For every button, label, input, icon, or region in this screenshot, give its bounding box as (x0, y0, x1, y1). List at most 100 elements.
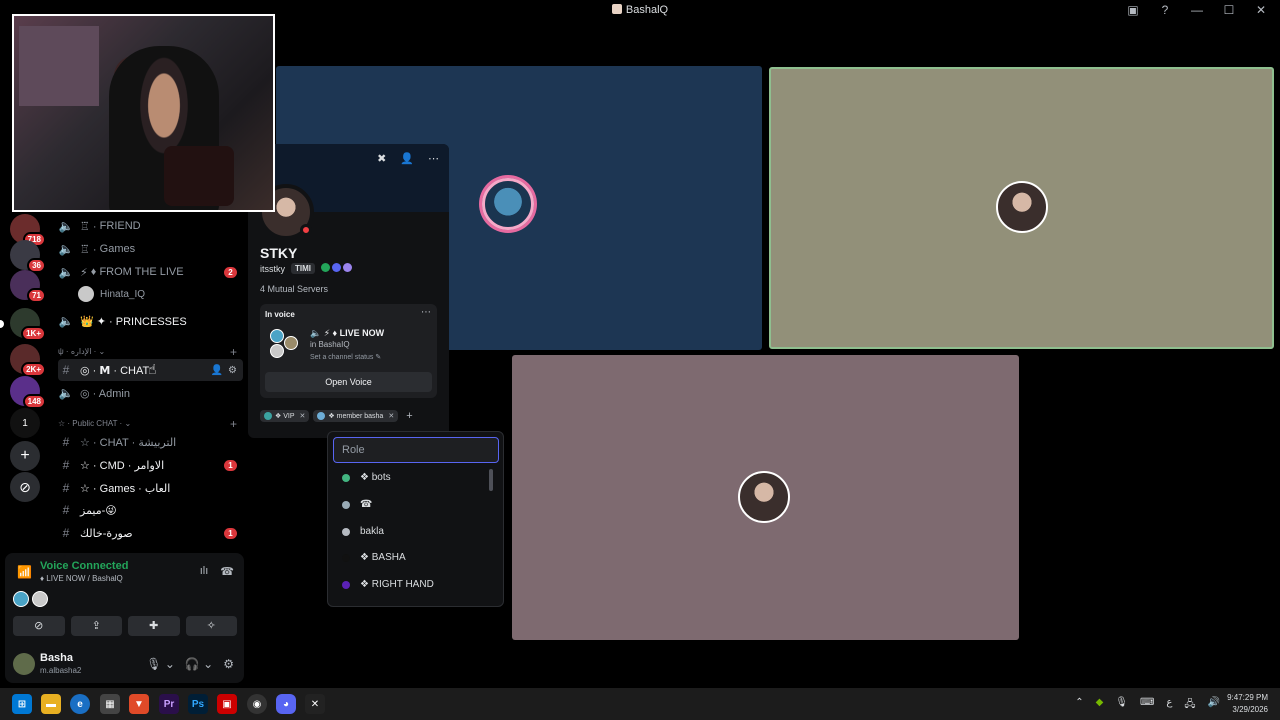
channel-princesses[interactable]: 🔈 👑 ✦ · PRINCESSES (58, 310, 243, 332)
close-button[interactable]: ✕ (1252, 3, 1270, 17)
user-profile-popout: ✖ 👤 ⋯ STKY itsstky TIMI 4 Mutual Servers In… (248, 144, 449, 438)
activities-button[interactable]: ✚ (128, 616, 180, 636)
discord-icon[interactable]: ◕ (276, 694, 296, 714)
role-option[interactable]: ❖ bots (342, 472, 482, 483)
signal-icon[interactable]: 📶 (17, 565, 32, 579)
channel-games[interactable]: 🔈 ♖ · Games (58, 238, 243, 260)
video-tile[interactable] (512, 355, 1019, 640)
keyboard-icon[interactable]: ⌨ (1140, 697, 1154, 714)
start-icon[interactable]: ⊞ (12, 694, 32, 714)
voice-user[interactable]: Hinata_IQ (78, 286, 238, 302)
nvidia-icon[interactable]: ◆ (1096, 697, 1104, 714)
photoshop-icon[interactable]: Ps (188, 694, 208, 714)
noise-suppression-icon[interactable]: ılı (200, 565, 209, 578)
server-icon[interactable]: 148 (10, 376, 46, 409)
maximize-button[interactable]: ☐ (1220, 3, 1238, 17)
role-option[interactable]: ☎ (342, 499, 482, 510)
role-option[interactable]: ❖ BASHA (342, 552, 482, 563)
add-channel-icon[interactable]: + (230, 417, 237, 431)
profile-name: STKY (260, 245, 298, 261)
channel-cmd[interactable]: # ☆ · CMD · الاوامر 1 (58, 454, 243, 476)
server-icon[interactable]: 2K+ (10, 344, 46, 377)
server-icon[interactable]: 71 (10, 270, 46, 303)
server-icon[interactable]: 1K+ (10, 308, 46, 341)
add-role-button[interactable]: + (406, 410, 412, 422)
webcam-shelf (19, 26, 99, 106)
headphones-icon[interactable]: 🎧 ⌄ (185, 657, 213, 671)
discover-icon[interactable]: ⊘ (10, 472, 40, 502)
channel-friend[interactable]: 🔈 ♖ · FRIEND (58, 215, 243, 237)
voice-channel-link[interactable]: ♦ LIVE NOW / BashalQ (40, 574, 123, 583)
soundboard-button[interactable]: ✧ (185, 616, 237, 636)
system-tray: ⌃ ◆ 🎙 ⌨ ع 🖧 🔊 (1075, 697, 1220, 714)
profile-badges (321, 263, 354, 274)
channel-memes[interactable]: # ميمز-😜 (58, 499, 243, 521)
badge-icon[interactable] (343, 263, 353, 272)
role-option[interactable]: ❖ RIGHT HAND (342, 579, 482, 590)
chevron-up-icon[interactable]: ⌃ (1075, 697, 1083, 714)
settings-icon[interactable]: ⚙ (228, 365, 237, 376)
minimize-button[interactable]: — (1188, 3, 1206, 17)
edge-icon[interactable]: e (70, 694, 90, 714)
role-search-input[interactable] (333, 437, 499, 463)
avatar[interactable] (32, 591, 48, 607)
user-name[interactable]: Basha (40, 652, 73, 664)
premiere-icon[interactable]: Pr (159, 694, 179, 714)
video-tile[interactable] (769, 67, 1274, 349)
avatar[interactable] (13, 653, 35, 675)
badge-icon[interactable] (321, 263, 331, 272)
add-server-button[interactable]: + (10, 441, 40, 471)
microphone-icon[interactable]: 🎙 (1115, 697, 1128, 714)
volume-icon[interactable]: 🔊 (1208, 697, 1220, 714)
scrollbar[interactable] (489, 469, 493, 491)
more-icon[interactable]: ⋯ (421, 307, 431, 318)
screen-share-button[interactable]: ⇪ (70, 616, 122, 636)
text-channel-icon: # (62, 481, 70, 495)
role-option[interactable]: bakla (342, 526, 482, 537)
brave-icon[interactable]: ▼ (129, 694, 149, 714)
remove-role-icon[interactable]: ✕ (388, 412, 394, 420)
role-chip[interactable]: ❖ member basha ✕ (313, 410, 399, 422)
category-admin[interactable]: ψ · الإداره · ⌄ + (58, 345, 243, 359)
voice-status[interactable]: Voice Connected (40, 560, 128, 572)
network-icon[interactable]: 🖧 (1184, 697, 1195, 714)
capcut-icon[interactable]: ✕ (305, 694, 325, 714)
file-explorer-icon[interactable]: ▬ (41, 694, 61, 714)
server-number-item[interactable]: 1 (10, 408, 40, 438)
mute-icon[interactable]: ✖ (377, 152, 386, 165)
role-color-dot (342, 580, 350, 589)
unread-badge: 1K+ (21, 326, 46, 341)
server-tag[interactable]: TIMI (291, 263, 316, 274)
language-indicator[interactable]: ع (1166, 697, 1172, 714)
obs-icon[interactable]: ◉ (247, 694, 267, 714)
mutual-servers[interactable]: 4 Mutual Servers (260, 284, 328, 294)
invite-icon[interactable]: 👤 (211, 365, 223, 376)
cast-icon[interactable]: ▣ (1124, 3, 1142, 17)
role-chip[interactable]: ❖ VIP ✕ (260, 410, 310, 422)
channel-photos[interactable]: # صورة-خالك 1 (58, 522, 243, 544)
clock[interactable]: 9:47:29 PM 3/29/2026 (1227, 692, 1268, 716)
avatar (482, 178, 534, 230)
add-friend-icon[interactable]: 👤 (400, 152, 414, 165)
app-icon[interactable]: ▣ (217, 694, 237, 714)
avatar[interactable] (13, 591, 29, 607)
category-public-chat[interactable]: ☆ · Public CHAT · ⌄ + (58, 417, 243, 431)
camera-off-button[interactable]: ⊘ (13, 616, 65, 636)
microphone-icon[interactable]: 🎙 ⌄ (146, 657, 175, 671)
channel-from-the-live[interactable]: 🔈 ⚡ ♦ FROM THE LIVE 2 (58, 261, 243, 283)
help-icon[interactable]: ? (1156, 3, 1174, 17)
store-icon[interactable]: ▦ (100, 694, 120, 714)
more-icon[interactable]: ⋯ (428, 152, 439, 165)
channel-chat[interactable]: # ☆ · CHAT · التربيشة (58, 431, 243, 453)
channel-games-text[interactable]: # ☆ · Games · العاب (58, 477, 243, 499)
remove-role-icon[interactable]: ✕ (300, 412, 306, 420)
open-voice-button[interactable]: Open Voice (265, 372, 432, 392)
server-icon[interactable]: 36 (10, 240, 46, 273)
add-channel-icon[interactable]: + (230, 345, 237, 359)
disconnect-icon[interactable]: ☎ (220, 565, 234, 578)
gear-icon[interactable]: ⚙ (223, 657, 234, 671)
channel-admin[interactable]: 🔈 ◎ · Admin (58, 382, 243, 404)
channel-status[interactable]: Set a channel status ✎ (310, 353, 381, 361)
avatar (270, 344, 284, 358)
badge-icon[interactable] (332, 263, 342, 272)
